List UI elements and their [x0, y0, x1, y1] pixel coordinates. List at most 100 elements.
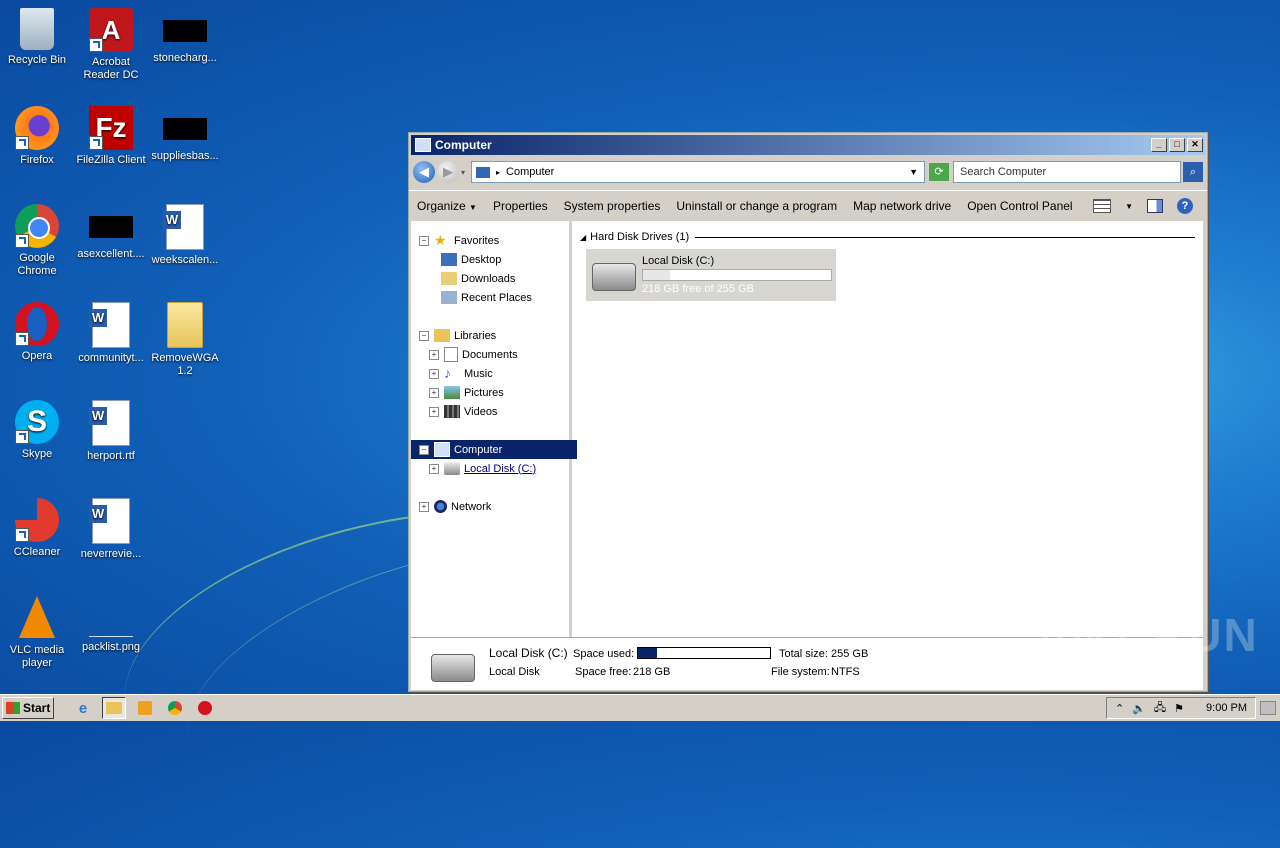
- clock[interactable]: 9:00 PM: [1206, 702, 1247, 714]
- desktop-icon-neverrevie[interactable]: W neverrevie...: [74, 498, 148, 561]
- nav-network[interactable]: + Network: [411, 497, 577, 516]
- maximize-button[interactable]: □: [1169, 138, 1185, 152]
- navigation-pane[interactable]: − ★ Favorites Desktop Downloads Recent P…: [411, 221, 577, 637]
- drive-tile-c[interactable]: Local Disk (C:) 218 GB free of 255 GB: [586, 249, 836, 301]
- breadcrumb-arrow-icon[interactable]: ▸: [496, 168, 500, 177]
- taskbar-media-player[interactable]: [134, 698, 156, 718]
- network-tray-icon[interactable]: 🖧: [1154, 699, 1166, 718]
- preview-pane-icon[interactable]: [1147, 199, 1163, 213]
- firefox-icon: [15, 106, 59, 150]
- action-center-flag-icon[interactable]: ⚑: [1174, 702, 1184, 715]
- title-bar[interactable]: Computer _ □ ✕: [411, 135, 1205, 155]
- nav-downloads[interactable]: Downloads: [411, 269, 599, 288]
- computer-icon: [434, 442, 450, 457]
- desktop-icon-firefox[interactable]: Firefox: [0, 106, 74, 167]
- group-header[interactable]: ◢ Hard Disk Drives (1): [580, 231, 1195, 243]
- expand-icon[interactable]: +: [419, 501, 429, 512]
- desktop-icon-label: suppliesbas...: [151, 150, 219, 162]
- desktop-icon-packlist[interactable]: packlist.png: [74, 596, 148, 654]
- recent-places-icon: [441, 291, 457, 304]
- nav-label: Videos: [464, 405, 498, 418]
- uninstall-program-button[interactable]: Uninstall or change a program: [676, 199, 837, 213]
- file-system-label: File system:: [771, 666, 830, 678]
- forward-button[interactable]: ▶: [437, 161, 459, 183]
- group-header-label: Hard Disk Drives (1): [590, 231, 690, 243]
- desktop-icon-recycle-bin[interactable]: Recycle Bin: [0, 8, 74, 67]
- image-file-icon: [89, 596, 133, 637]
- desktop-icon-asexcellent[interactable]: asexcellent....: [74, 204, 148, 261]
- nav-label: Recent Places: [461, 291, 532, 304]
- system-tray: ⌃ 🔈 🖧 ⚑ 9:00 PM: [1105, 697, 1256, 719]
- desktop-icon-label: communityt...: [78, 352, 144, 364]
- desktop-icon-label: VLC media player: [9, 644, 65, 669]
- nav-label: Downloads: [461, 272, 516, 285]
- organize-button[interactable]: Organize ▼: [417, 199, 477, 213]
- space-used-fill: [638, 648, 658, 658]
- collapse-icon[interactable]: −: [419, 235, 429, 246]
- nav-desktop[interactable]: Desktop: [411, 250, 599, 269]
- view-dropdown-icon[interactable]: ▼: [1125, 202, 1133, 211]
- desktop-icon-removewga[interactable]: RemoveWGA 1.2: [148, 302, 222, 378]
- system-properties-button[interactable]: System properties: [564, 199, 661, 213]
- collapse-group-icon[interactable]: ◢: [580, 233, 586, 242]
- desktop-icon-stonecharg[interactable]: stonecharg...: [148, 8, 222, 65]
- file-system-value: NTFS: [831, 666, 860, 678]
- change-view-icon[interactable]: [1093, 199, 1112, 213]
- address-bar[interactable]: ▸ Computer ▼: [471, 161, 925, 183]
- desktop-icon-communityt[interactable]: W communityt...: [74, 302, 148, 365]
- open-control-panel-button[interactable]: Open Control Panel: [967, 199, 1072, 213]
- show-desktop-button[interactable]: [1260, 701, 1276, 715]
- desktop-icon-skype[interactable]: S Skype: [0, 400, 74, 461]
- taskbar-explorer[interactable]: [102, 697, 126, 719]
- content-pane[interactable]: ◢ Hard Disk Drives (1) Local Disk (C:) 2…: [572, 221, 1203, 637]
- volume-icon[interactable]: 🔈: [1132, 702, 1146, 715]
- expand-icon[interactable]: +: [429, 368, 439, 379]
- word-doc-icon: W: [89, 498, 130, 544]
- drive-usage-fill: [643, 270, 671, 280]
- expand-icon[interactable]: +: [429, 387, 439, 398]
- nav-videos[interactable]: + Videos: [411, 402, 587, 421]
- internet-explorer-icon: e: [78, 699, 88, 717]
- collapse-icon[interactable]: −: [419, 330, 429, 341]
- nav-documents[interactable]: + Documents: [411, 345, 587, 364]
- close-button[interactable]: ✕: [1187, 138, 1203, 152]
- nav-local-disk[interactable]: + Local Disk (C:): [411, 459, 587, 478]
- address-dropdown-icon[interactable]: ▼: [909, 167, 918, 177]
- desktop-icon-filezilla[interactable]: Fz FileZilla Client: [74, 106, 148, 167]
- desktop-icon-label: Opera: [21, 350, 53, 362]
- desktop-icon-acrobat[interactable]: A Acrobat Reader DC: [74, 8, 148, 82]
- start-button[interactable]: Start: [2, 697, 54, 719]
- help-icon[interactable]: ?: [1177, 198, 1193, 214]
- refresh-button[interactable]: ⟳: [929, 163, 949, 181]
- nav-recent-places[interactable]: Recent Places: [411, 288, 599, 307]
- expand-icon[interactable]: +: [429, 463, 439, 474]
- taskbar-opera[interactable]: [194, 698, 216, 718]
- map-network-drive-button[interactable]: Map network drive: [853, 199, 951, 213]
- desktop-icon-suppliesbas[interactable]: suppliesbas...: [148, 106, 222, 163]
- nav-libraries[interactable]: − Libraries: [411, 326, 577, 345]
- nav-computer[interactable]: − Computer: [411, 440, 577, 459]
- nav-favorites[interactable]: − ★ Favorites: [411, 231, 577, 250]
- recent-pages-dropdown-icon[interactable]: ▾: [461, 168, 465, 177]
- taskbar-chrome[interactable]: [164, 698, 186, 718]
- chevron-down-icon: ▼: [469, 203, 477, 212]
- desktop-icon-herport[interactable]: W herport.rtf: [74, 400, 148, 463]
- properties-button[interactable]: Properties: [493, 199, 548, 213]
- nav-music[interactable]: + ♪ Music: [411, 364, 587, 383]
- taskbar-ie[interactable]: e: [72, 698, 94, 718]
- search-input[interactable]: Search Computer: [953, 161, 1181, 183]
- collapse-icon[interactable]: −: [419, 444, 429, 455]
- nav-pictures[interactable]: + Pictures: [411, 383, 587, 402]
- desktop-icon-vlc[interactable]: VLC media player: [0, 596, 74, 670]
- back-button[interactable]: ◀: [413, 161, 435, 183]
- expand-icon[interactable]: +: [429, 349, 439, 360]
- desktop-icon-opera[interactable]: Opera: [0, 302, 74, 363]
- show-hidden-icons-icon[interactable]: ⌃: [1115, 702, 1124, 715]
- minimize-button[interactable]: _: [1151, 138, 1167, 152]
- desktop-icon-ccleaner[interactable]: CCleaner: [0, 498, 74, 559]
- expand-icon[interactable]: +: [429, 406, 439, 417]
- desktop-icon-weekscalen[interactable]: W weekscalen...: [148, 204, 222, 267]
- pictures-icon: [444, 386, 460, 399]
- search-button[interactable]: ⌕: [1183, 162, 1203, 182]
- desktop-icon-chrome[interactable]: Google Chrome: [0, 204, 74, 278]
